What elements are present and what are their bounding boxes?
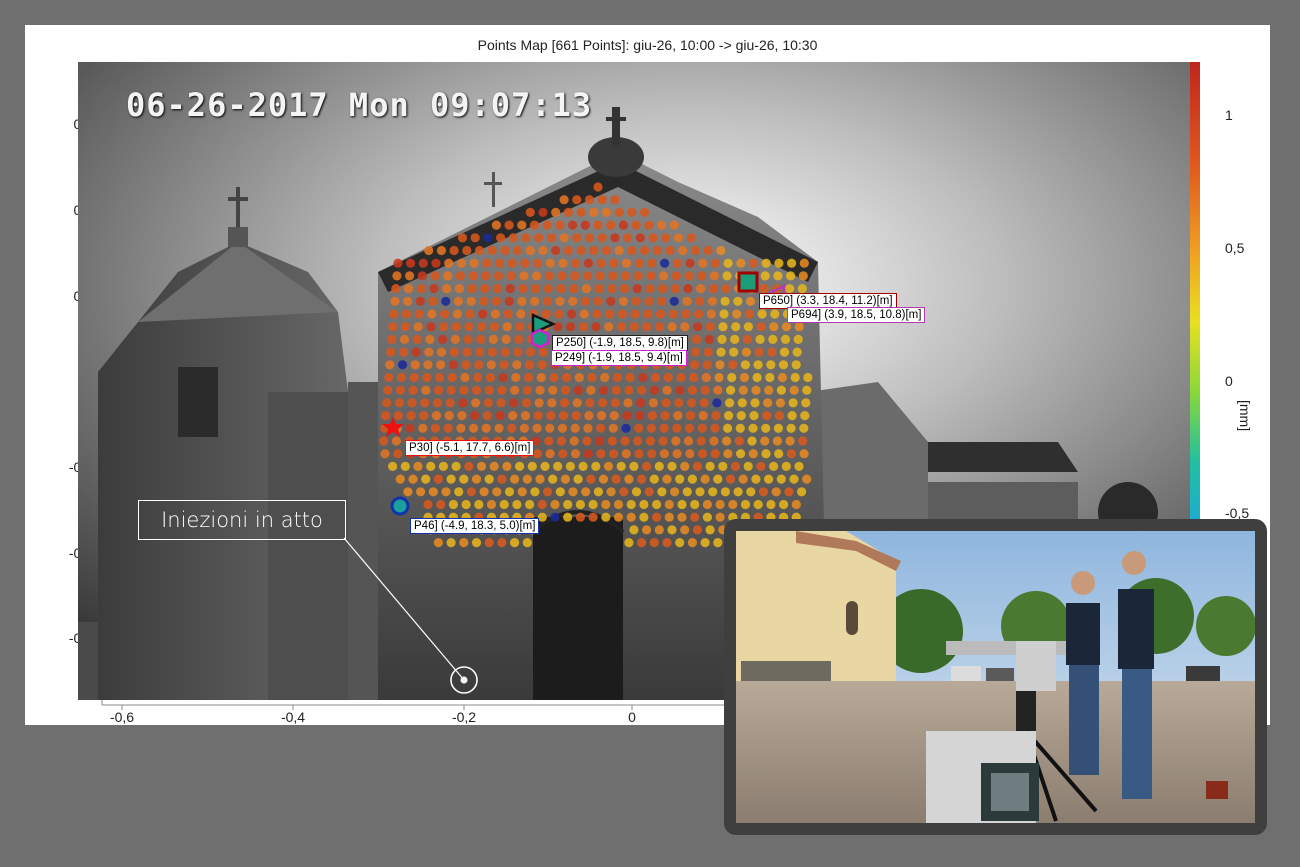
colorbar-unit: [mm] <box>1237 400 1253 432</box>
colorbar-tick: 0 <box>1225 373 1233 389</box>
point-label-p249[interactable]: P249] (-1.9, 18.5, 9.4)[m] <box>551 350 687 366</box>
colorbar-tick: 1 <box>1225 107 1233 123</box>
square-marker-icon <box>737 271 759 293</box>
point-label-p694[interactable]: P694] (3.9, 18.5, 10.8)[m] <box>787 307 926 323</box>
photo-inset <box>724 519 1267 835</box>
site-photo <box>736 531 1255 823</box>
colorbar-tick: 0,5 <box>1225 240 1245 256</box>
point-label-p30[interactable]: P30] (-5.1, 17.7, 6.6)[m] <box>405 440 535 456</box>
hexagon-marker-icon <box>530 328 550 349</box>
star-marker-icon <box>382 417 404 437</box>
point-label-p46[interactable]: P46] (-4.9, 18.3, 5.0)[m] <box>410 518 540 534</box>
point-label-p250[interactable]: P250] (-1.9, 18.5, 9.8)[m] <box>552 335 688 351</box>
circle-marker-icon <box>390 496 410 516</box>
